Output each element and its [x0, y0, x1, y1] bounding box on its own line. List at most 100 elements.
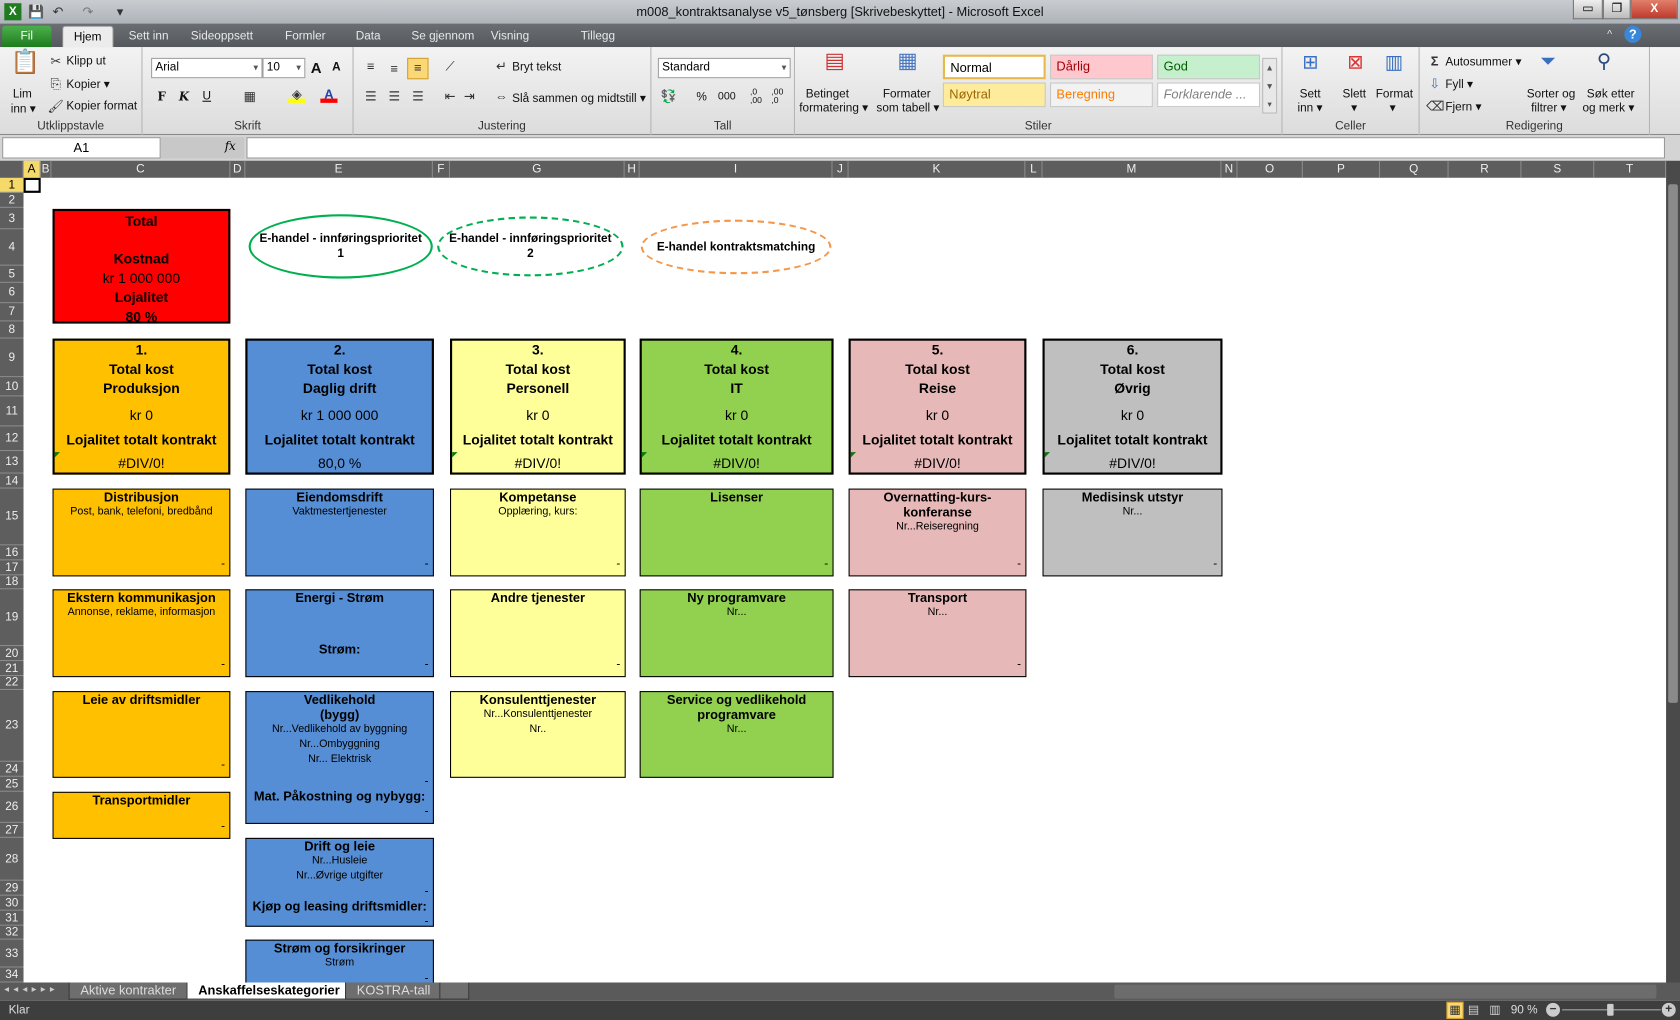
font-color-icon[interactable]: A [320, 86, 338, 103]
orientation-icon[interactable]: ⟋ [441, 58, 458, 75]
fill-color-icon[interactable]: ◈ [288, 86, 306, 103]
align-right-icon[interactable]: ☰ [409, 88, 426, 105]
column-header-H[interactable]: H [625, 160, 640, 178]
font-name-select[interactable]: Arial [151, 57, 263, 79]
row-header-20[interactable]: 20 [0, 646, 24, 662]
row-header-29[interactable]: 29 [0, 881, 24, 896]
row-header-24[interactable]: 24 [0, 762, 24, 777]
conditional-formatting-dropdown[interactable]: formatering ▾ [799, 101, 868, 115]
zoom-out-icon[interactable]: − [1546, 1002, 1561, 1017]
decrease-indent-icon[interactable]: ⇤ [441, 88, 458, 105]
selected-cell[interactable] [23, 177, 41, 193]
row-header-23[interactable]: 23 [0, 690, 24, 762]
cut-button[interactable]: Klipp ut [66, 55, 105, 68]
style-dårlig[interactable]: Dårlig [1050, 54, 1153, 80]
find-select-dropdown[interactable]: og merk ▾ [1583, 101, 1635, 115]
percent-button[interactable]: % [696, 91, 706, 104]
row-header-25[interactable]: 25 [0, 777, 24, 792]
sort-filter-dropdown[interactable]: filtrer ▾ [1531, 101, 1566, 115]
row-header-31[interactable]: 31 [0, 911, 24, 926]
row-header-32[interactable]: 32 [0, 926, 24, 940]
column-header-L[interactable]: L [1025, 160, 1043, 178]
paste-icon[interactable]: 📋 [11, 50, 40, 84]
format-as-table-button[interactable]: Formater [883, 88, 931, 101]
oval-shape[interactable]: E-handel - innføringsprioritet 2 [437, 216, 624, 277]
style-forklarende[interactable]: Forklarende ... [1157, 82, 1261, 108]
insert-cells-dropdown[interactable]: inn ▾ [1298, 101, 1323, 115]
column-header-N[interactable]: N [1221, 160, 1238, 178]
wrap-text-button[interactable]: Bryt tekst [512, 61, 561, 74]
align-bottom-icon[interactable]: ≡ [407, 57, 429, 80]
row-header-11[interactable]: 11 [0, 396, 24, 427]
autosum-button[interactable]: Autosummer ▾ [1445, 55, 1521, 69]
row-header-33[interactable]: 33 [0, 940, 24, 968]
format-as-table-dropdown[interactable]: som tabell ▾ [876, 101, 939, 115]
oval-shape[interactable]: E-handel - innføringsprioritet 1 [248, 214, 433, 279]
insert-sheet-icon[interactable] [439, 982, 470, 1000]
ribbon-tab-sett-inn[interactable]: Sett inn [118, 26, 179, 47]
minimize-button[interactable]: ▭ [1572, 0, 1603, 20]
row-header-34[interactable]: 34 [0, 968, 24, 983]
increase-decimal-button[interactable]: ,0 ,00 [750, 87, 769, 105]
column-header-R[interactable]: R [1449, 160, 1522, 178]
ribbon-tab-tillegg[interactable]: Tillegg [570, 26, 626, 47]
fill-button[interactable]: Fyll ▾ [1445, 77, 1473, 91]
collapse-ribbon-icon[interactable]: ^ [1607, 29, 1612, 41]
ribbon-tab-se-gjennom[interactable]: Se gjennom [401, 26, 485, 47]
row-header-26[interactable]: 26 [0, 792, 24, 823]
vertical-scroll-thumb[interactable] [1668, 184, 1678, 703]
column-header-P[interactable]: P [1303, 160, 1381, 178]
page-break-view-icon[interactable]: ▥ [1489, 1003, 1500, 1017]
row-header-22[interactable]: 22 [0, 676, 24, 691]
row-header-13[interactable]: 13 [0, 451, 24, 474]
column-header-M[interactable]: M [1043, 160, 1222, 178]
row-header-3[interactable]: 3 [0, 208, 24, 230]
paste-dropdown[interactable]: inn ▾ [11, 102, 36, 116]
paste-button[interactable]: Lim [13, 88, 32, 101]
italic-button[interactable]: K [179, 90, 189, 104]
font-size-select[interactable]: 10 [262, 57, 306, 79]
row-header-10[interactable]: 10 [0, 377, 24, 397]
ribbon-tab-sideoppsett[interactable]: Sideoppsett [180, 26, 264, 47]
currency-icon[interactable]: 💱 [660, 88, 677, 105]
sort-filter-button[interactable]: Sorter og [1527, 88, 1575, 101]
merge-center-button[interactable]: Slå sammen og midtstill ▾ [512, 91, 646, 105]
align-center-icon[interactable]: ☰ [386, 88, 403, 105]
increase-indent-icon[interactable]: ⇥ [461, 88, 478, 105]
sheet-tab[interactable]: Aktive kontrakter [68, 982, 188, 1000]
number-format-select[interactable]: Standard [657, 57, 791, 79]
column-header-B[interactable]: B [41, 160, 52, 178]
sheet-nav-arrows-icon[interactable]: ◂◂◂▸▸▸ [4, 984, 59, 996]
find-select-button[interactable]: Søk etter [1587, 88, 1635, 101]
style-god[interactable]: God [1157, 54, 1261, 80]
align-top-icon[interactable]: ≡ [362, 58, 379, 75]
column-header-S[interactable]: S [1521, 160, 1595, 178]
row-header-28[interactable]: 28 [0, 838, 24, 881]
style-nøytral[interactable]: Nøytral [942, 82, 1046, 108]
row-header-12[interactable]: 12 [0, 426, 24, 452]
row-header-19[interactable]: 19 [0, 589, 24, 647]
row-header-7[interactable]: 7 [0, 303, 24, 322]
row-header-27[interactable]: 27 [0, 823, 24, 838]
ribbon-tab-formler[interactable]: Formler [274, 26, 336, 47]
decrease-decimal-button[interactable]: ,00 ,0 [771, 87, 790, 105]
zoom-slider-thumb[interactable] [1606, 1003, 1614, 1016]
column-header-T[interactable]: T [1594, 160, 1667, 178]
column-header-E[interactable]: E [245, 160, 433, 178]
copy-button[interactable]: Kopier ▾ [66, 77, 109, 91]
ribbon-tab-visning[interactable]: Visning [480, 26, 540, 47]
row-header-16[interactable]: 16 [0, 545, 24, 561]
row-header-9[interactable]: 9 [0, 339, 24, 378]
thousands-button[interactable]: 000 [718, 91, 736, 103]
help-icon[interactable]: ? [1624, 25, 1642, 43]
format-cells-button[interactable]: Format [1376, 88, 1413, 101]
column-header-K[interactable]: K [849, 160, 1026, 178]
close-button[interactable]: X [1630, 0, 1678, 20]
row-header-21[interactable]: 21 [0, 661, 24, 677]
insert-function-button[interactable]: fx [160, 137, 245, 159]
column-header-F[interactable]: F [433, 160, 451, 178]
row-header-14[interactable]: 14 [0, 474, 24, 489]
zoom-in-icon[interactable]: + [1661, 1002, 1676, 1017]
style-beregning[interactable]: Beregning [1050, 82, 1153, 108]
format-cells-dropdown[interactable]: ▾ [1390, 101, 1396, 115]
